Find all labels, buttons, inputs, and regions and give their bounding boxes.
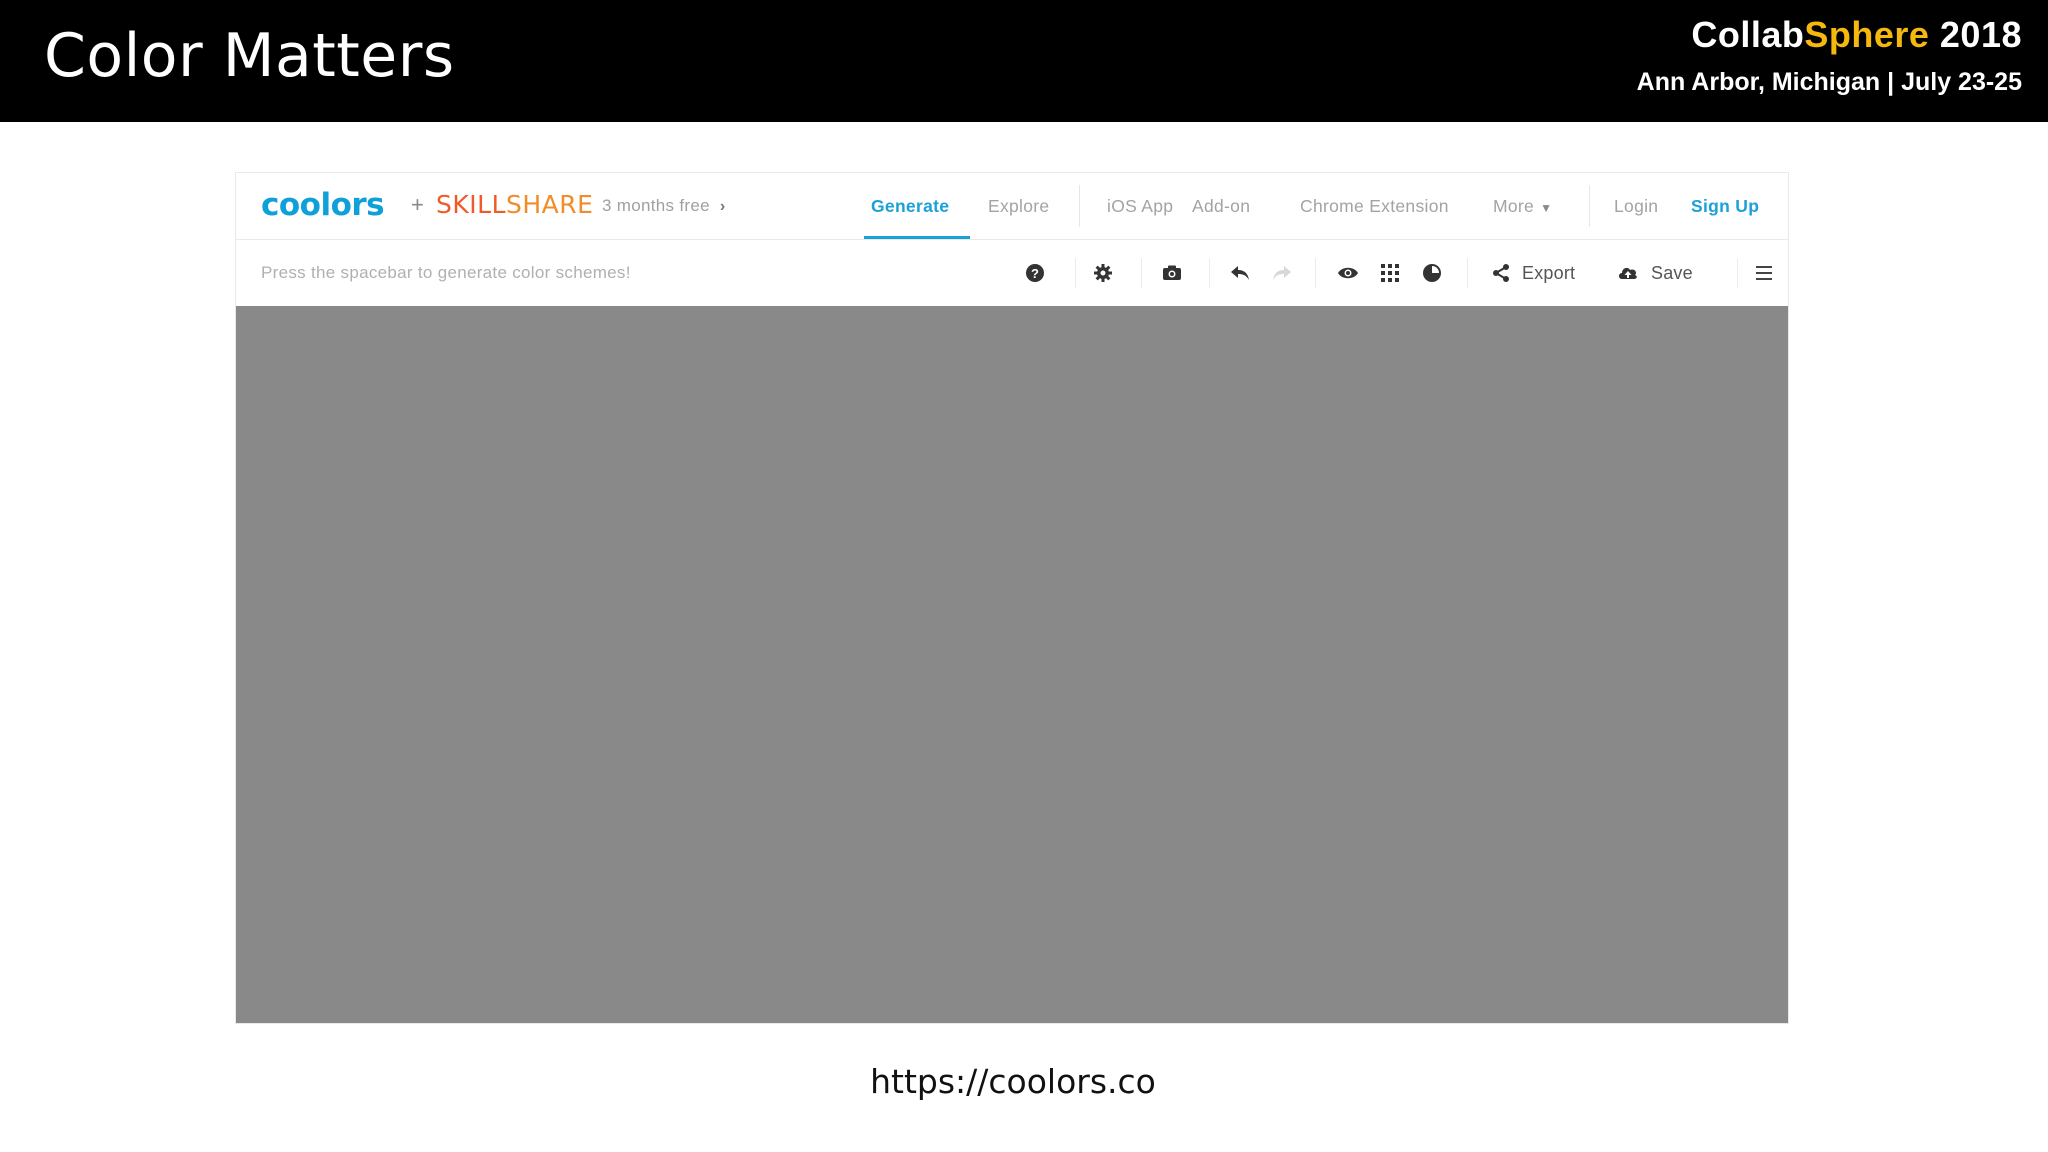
slide-caption: https://coolors.co xyxy=(870,1062,1156,1101)
export-button[interactable]: Export xyxy=(1492,256,1575,290)
menu-button[interactable] xyxy=(1754,256,1774,290)
slide-title: Color Matters xyxy=(44,21,455,91)
save-label: Save xyxy=(1651,263,1693,283)
promo-link[interactable]: 3 months free › xyxy=(602,193,725,220)
toolbar-hint: Press the spacebar to generate color sch… xyxy=(261,263,631,282)
toolbar-divider xyxy=(1737,258,1738,288)
camera-icon xyxy=(1163,265,1181,280)
coolors-screenshot: coolors + SKILLSHARE 3 months free › Gene… xyxy=(236,173,1788,1023)
toolbar-divider xyxy=(1141,258,1142,288)
toolbar: Press the spacebar to generate color sch… xyxy=(236,240,1788,306)
conference-name-part2: Sphere xyxy=(1804,14,1930,55)
top-nav: coolors + SKILLSHARE 3 months free › Gene… xyxy=(236,173,1788,240)
hamburger-icon xyxy=(1756,266,1772,280)
export-label: Export xyxy=(1522,263,1576,283)
view-button[interactable] xyxy=(1337,256,1359,290)
skillshare-logo[interactable]: SKILLSHARE xyxy=(436,188,593,222)
conference-subtitle: Ann Arbor, Michigan | July 23-25 xyxy=(1636,68,2022,96)
chevron-down-icon: ▼ xyxy=(1540,201,1553,215)
contrast-icon xyxy=(1423,264,1441,282)
nav-sign-up[interactable]: Sign Up xyxy=(1691,193,1759,219)
toolbar-divider xyxy=(1315,258,1316,288)
skillshare-logo-part1: SKILL xyxy=(436,190,506,219)
chevron-right-icon: › xyxy=(719,198,726,215)
coolors-logo[interactable]: coolors xyxy=(261,187,385,223)
camera-button[interactable] xyxy=(1161,256,1183,290)
help-icon: ? xyxy=(1026,264,1044,282)
nav-explore[interactable]: Explore xyxy=(988,193,1049,219)
toolbar-divider xyxy=(1467,258,1468,288)
redo-icon xyxy=(1273,266,1291,280)
nav-divider xyxy=(1589,185,1590,227)
partner-plus: + xyxy=(411,192,424,217)
active-tab-indicator xyxy=(864,236,970,239)
cloud-upload-icon xyxy=(1619,267,1637,279)
conference-name: CollabSphere 2018 xyxy=(1637,12,2022,58)
nav-addon[interactable]: Add-on xyxy=(1192,193,1250,219)
slide-header: Color Matters CollabSphere 2018 Ann Arbo… xyxy=(0,0,2048,122)
nav-more-label: More xyxy=(1493,196,1535,216)
undo-icon xyxy=(1231,266,1249,280)
eye-icon xyxy=(1338,267,1358,279)
undo-button[interactable] xyxy=(1229,256,1251,290)
redo-button[interactable] xyxy=(1271,256,1293,290)
conference-logo: CollabSphere 2018 Ann Arbor, Michigan | … xyxy=(1637,12,2022,102)
nav-ios-app[interactable]: iOS App xyxy=(1107,193,1173,219)
nav-more[interactable]: More ▼ xyxy=(1493,193,1552,221)
save-button[interactable]: Save xyxy=(1617,256,1693,290)
toolbar-divider xyxy=(1209,258,1210,288)
share-icon xyxy=(1493,264,1509,282)
grid-view-button[interactable] xyxy=(1380,256,1400,290)
adjust-button[interactable] xyxy=(1422,256,1442,290)
nav-generate[interactable]: Generate xyxy=(871,193,949,219)
svg-text:?: ? xyxy=(1031,266,1039,281)
nav-chrome-extension[interactable]: Chrome Extension xyxy=(1300,193,1449,219)
skillshare-logo-part2: SHARE xyxy=(506,190,594,219)
nav-login[interactable]: Login xyxy=(1614,193,1658,219)
settings-button[interactable] xyxy=(1093,256,1113,290)
conference-name-part1: Collab xyxy=(1691,14,1805,55)
toolbar-divider xyxy=(1075,258,1076,288)
grid-icon xyxy=(1381,264,1399,282)
conference-year: 2018 xyxy=(1939,14,2022,55)
gear-icon xyxy=(1094,264,1112,282)
promo-text: 3 months free xyxy=(602,196,710,215)
help-button[interactable]: ? xyxy=(1025,256,1045,290)
nav-divider xyxy=(1079,185,1080,227)
color-swatch-panel[interactable] xyxy=(236,306,1788,1023)
